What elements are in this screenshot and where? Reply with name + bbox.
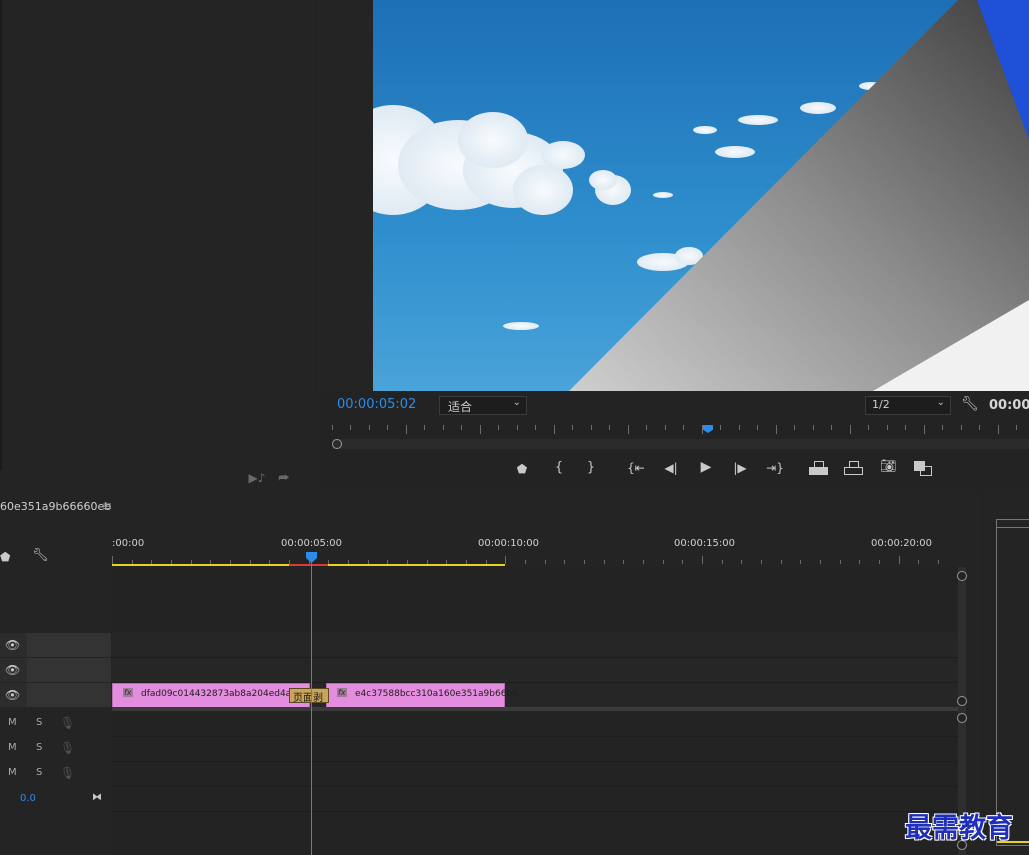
video-track-lane[interactable] — [112, 633, 958, 658]
scroll-handle-top[interactable] — [957, 571, 967, 581]
track-area-top — [112, 567, 958, 632]
mute-button[interactable]: M — [8, 717, 17, 728]
clip[interactable]: fx e4c37588bcc310a160e351a9b6666 — [326, 683, 518, 708]
audio-track-header: M S 🎙︎ — [0, 712, 111, 736]
fx-badge: fx — [337, 688, 347, 697]
microphone-icon[interactable]: 🎙︎ — [60, 766, 75, 780]
fit-dropdown[interactable]: 适合 ⌄ — [439, 396, 527, 415]
clip-name: e4c37588bcc310a160e351a9b6666 — [355, 689, 518, 699]
compare-icon[interactable] — [914, 461, 932, 476]
program-monitor: 00:00:05:02 适合 ⌄ 1/2 ⌄ 🔧︎ 00:00: ⬟ { } {… — [318, 0, 1029, 489]
ruler-label: 00:00:15:00 — [674, 538, 736, 549]
audio-track-lane[interactable] — [112, 762, 958, 787]
track-area-bottom — [112, 812, 958, 855]
scroll-handle-bottom[interactable] — [957, 696, 967, 706]
solo-button[interactable]: S — [36, 767, 42, 778]
eye-icon[interactable]: 👁︎ — [5, 688, 20, 702]
video-track-lane[interactable] — [112, 658, 958, 683]
microphone-icon[interactable]: 🎙︎ — [60, 716, 75, 730]
eye-icon[interactable]: 👁︎ — [5, 638, 20, 652]
playhead-timecode[interactable]: 00:00:05:02 — [337, 397, 416, 412]
play-icon[interactable]: ▶ — [698, 460, 714, 474]
go-to-out-icon[interactable]: ⇥} — [765, 461, 785, 475]
video-track-header: 👁︎ — [0, 683, 111, 707]
clip[interactable]: fx dfad09c014432873ab8a204ed4ac4 — [112, 683, 310, 708]
video-track-header: 👁︎ — [0, 633, 111, 657]
mark-out-icon[interactable]: } — [584, 461, 598, 475]
export-frame-icon[interactable]: 📷︎ — [880, 460, 897, 474]
clip-name: dfad09c014432873ab8a204ed4ac4 — [141, 689, 302, 699]
duration-timecode: 00:00: — [989, 398, 1029, 413]
audio-track-lane[interactable] — [112, 737, 958, 762]
mute-button[interactable]: M — [8, 742, 17, 753]
source-panel: ▶♪ ⮫ — [0, 0, 314, 489]
meter-frame — [996, 519, 1029, 846]
fx-badge: fx — [123, 688, 133, 697]
scroll-handle-top[interactable] — [957, 713, 967, 723]
overwrite-icon[interactable] — [844, 461, 863, 475]
audio-track-header: M S 🎙︎ — [0, 737, 111, 761]
master-volume[interactable]: 0.0 — [20, 793, 36, 804]
track-header-top — [0, 567, 111, 632]
step-back-icon[interactable]: ◀| — [663, 461, 679, 475]
transition-label: 页面剥 — [293, 693, 323, 704]
video-frame — [373, 0, 1029, 391]
watermark: 最需教育 — [905, 813, 1013, 844]
zoom-handle[interactable] — [332, 439, 342, 449]
solo-button[interactable]: S — [36, 742, 42, 753]
eye-icon[interactable]: 👁︎ — [5, 663, 20, 677]
ruler-ticks — [112, 552, 958, 564]
wrench-icon[interactable]: 🔧︎ — [32, 549, 49, 563]
step-forward-icon[interactable]: |▶ — [732, 461, 748, 475]
insert-audio-icon[interactable]: ▶♪ — [248, 471, 266, 485]
insert-icon[interactable] — [809, 461, 828, 475]
timeline-panel: 60e351a9b66660eb ≡ ⬟ 🔧︎ :00:00 00:00:05:… — [0, 494, 981, 855]
go-to-in-icon[interactable]: {⇤ — [626, 461, 646, 475]
export-icon[interactable]: ⮫ — [276, 471, 292, 485]
ruler-label: 00:00:05:00 — [281, 538, 343, 549]
mark-in-icon[interactable]: { — [552, 461, 566, 475]
track-target-area[interactable] — [27, 658, 111, 682]
resolution-dropdown[interactable]: 1/2 ⌄ — [865, 396, 951, 415]
ruler-label: 00:00:10:00 — [478, 538, 540, 549]
resolution-value: 1/2 — [872, 398, 890, 411]
solo-button[interactable]: S — [36, 717, 42, 728]
wrench-icon[interactable]: 🔧︎ — [961, 397, 979, 411]
render-bar — [289, 564, 328, 566]
marker-icon[interactable]: ⬟ — [515, 462, 529, 476]
ruler-label: 00:00:20:00 — [871, 538, 933, 549]
track-divider[interactable] — [112, 707, 958, 711]
track-target-area[interactable] — [27, 633, 111, 657]
panel-divider — [0, 0, 2, 470]
timeline-ruler[interactable]: :00:00 00:00:05:00 00:00:10:00 00:00:15:… — [112, 534, 958, 566]
master-track-header: 0.0 ⧓ — [0, 787, 111, 811]
marker-icon[interactable]: ⬟ — [0, 550, 10, 564]
master-track-lane[interactable] — [112, 787, 958, 812]
chevron-down-icon: ⌄ — [512, 397, 521, 408]
scroll-track — [332, 439, 1029, 449]
transition[interactable]: 页面剥 — [289, 688, 329, 704]
chevron-down-icon: ⌄ — [936, 397, 945, 408]
microphone-icon[interactable]: 🎙︎ — [60, 741, 75, 755]
monitor-ruler[interactable] — [332, 425, 1029, 437]
meter-top-bar — [996, 527, 1029, 528]
mute-button[interactable]: M — [8, 767, 17, 778]
audio-track-lane[interactable] — [112, 712, 958, 737]
video-frame-image — [373, 0, 1029, 391]
audio-track-header: M S 🎙︎ — [0, 762, 111, 786]
fit-value: 适合 — [448, 400, 473, 414]
ruler-label: :00:00 — [112, 538, 145, 549]
timeline-playhead-line — [311, 560, 312, 855]
sequence-tab[interactable]: 60e351a9b66660eb — [0, 500, 111, 513]
master-pan-icon[interactable]: ⧓ — [90, 791, 104, 805]
track-target-area[interactable] — [27, 683, 111, 707]
video-track-header: 👁︎ — [0, 658, 111, 682]
hamburger-menu-icon[interactable]: ≡ — [100, 499, 114, 513]
audio-meter-panel — [985, 494, 1029, 855]
